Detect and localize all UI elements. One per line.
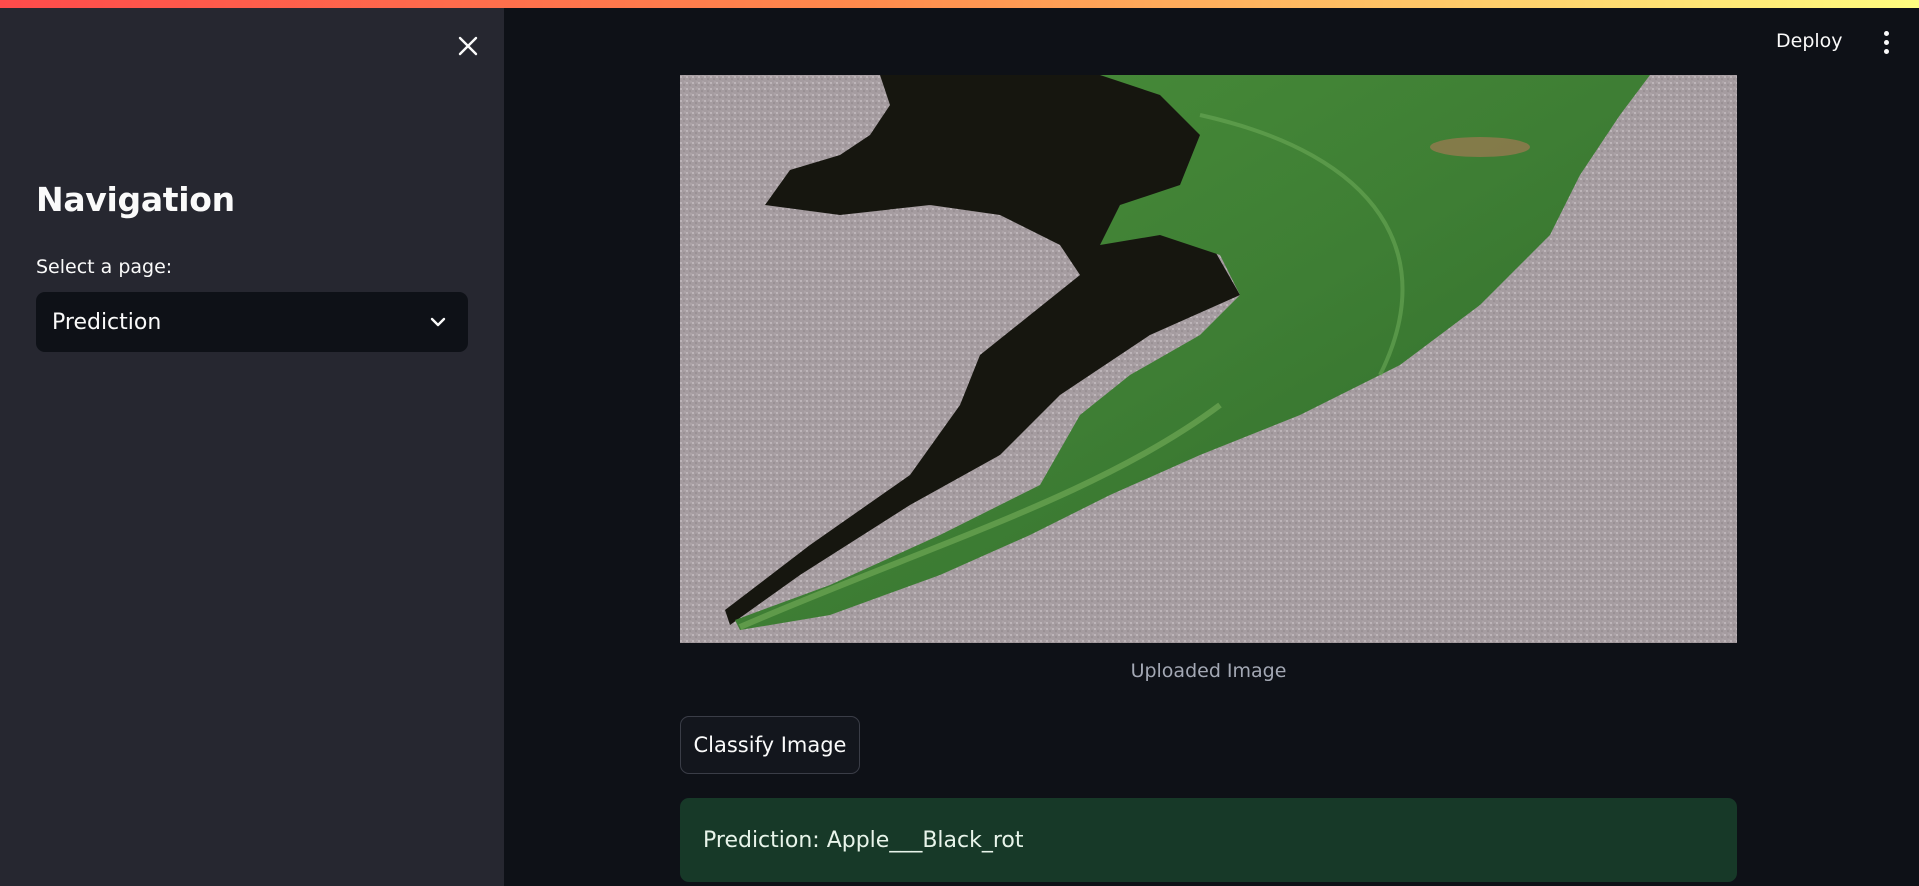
leaf-photo	[680, 75, 1737, 643]
prediction-result: Prediction: Apple___Black_rot	[680, 798, 1737, 882]
top-decoration-stripe	[0, 0, 1919, 8]
page-select-value: Prediction	[52, 309, 162, 335]
vertical-dots-icon	[1883, 30, 1889, 36]
deploy-button[interactable]: Deploy	[1770, 26, 1849, 56]
main-menu-button[interactable]	[1874, 26, 1898, 58]
close-icon	[458, 36, 478, 56]
select-page-label: Select a page:	[36, 256, 173, 278]
chevron-down-icon	[430, 317, 446, 327]
classify-image-button[interactable]: Classify Image	[680, 716, 860, 774]
uploaded-image	[680, 75, 1737, 643]
page-select[interactable]: Prediction	[36, 292, 468, 352]
sidebar-title: Navigation	[36, 180, 235, 219]
sidebar-close-button[interactable]	[452, 30, 484, 62]
prediction-text: Prediction: Apple___Black_rot	[703, 827, 1024, 853]
sidebar: Navigation Select a page: Prediction	[0, 0, 504, 886]
image-caption: Uploaded Image	[1130, 660, 1287, 682]
